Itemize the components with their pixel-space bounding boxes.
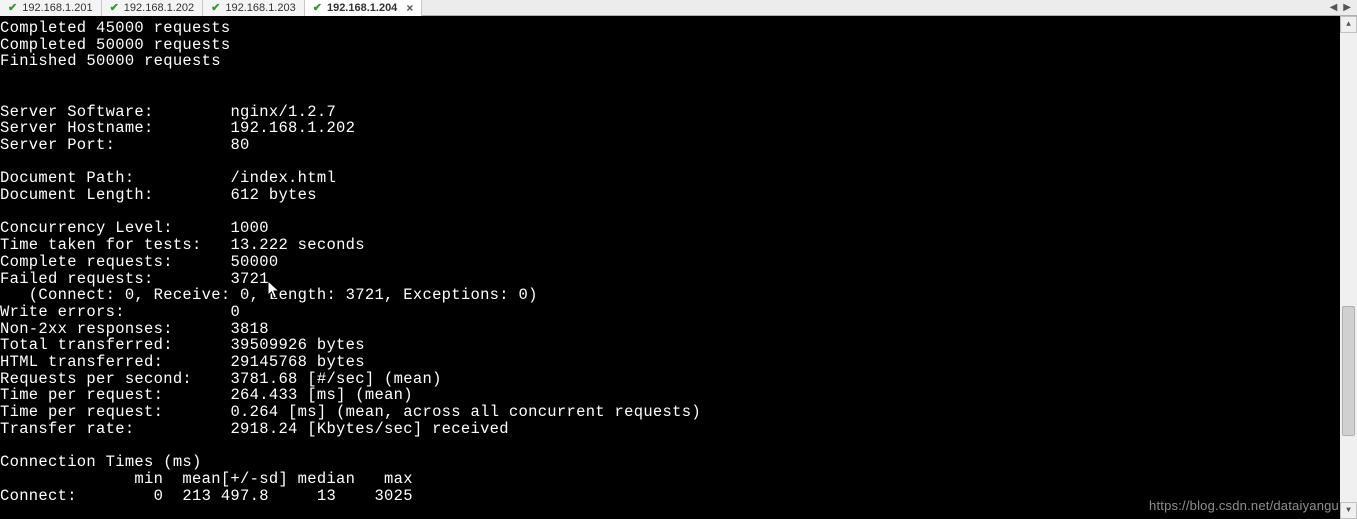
label: Complete requests: [0,253,173,271]
value: nginx/1.2.7 [230,103,336,121]
scroll-up-icon[interactable]: ▲ [1340,16,1357,33]
tab-label: 192.168.1.204 [327,0,397,16]
value: 264.433 [ms] (mean) [230,386,412,404]
value: 50000 [230,253,278,271]
output-line: (Connect: 0, Receive: 0, Length: 3721, E… [0,286,538,304]
label: Requests per second: [0,370,192,388]
label: Transfer rate: [0,420,134,438]
value: 3818 [230,320,268,338]
value: 13.222 seconds [230,236,364,254]
tab-next-icon[interactable]: ▶ [1343,2,1351,13]
tab-192-168-1-201[interactable]: ✔ 192.168.1.201 [0,0,102,16]
label: Time per request: [0,386,163,404]
value: 3721 [230,270,268,288]
scroll-down-icon[interactable]: ▼ [1340,502,1357,519]
terminal-area: Completed 45000 requests Completed 50000… [0,16,1357,519]
tab-192-168-1-204[interactable]: ✔ 192.168.1.204 × [305,0,423,16]
tab-nav: ◀ ▶ [1324,0,1357,15]
output-line: Finished 50000 requests [0,52,221,70]
output-line: Completed 50000 requests [0,36,230,54]
label: Server Software: [0,103,154,121]
close-tab-icon[interactable]: × [406,1,413,15]
tab-192-168-1-202[interactable]: ✔ 192.168.1.202 [102,0,204,16]
label: Failed requests: [0,270,154,288]
tab-192-168-1-203[interactable]: ✔ 192.168.1.203 [203,0,305,16]
value: 192.168.1.202 [230,119,355,137]
value: 0.264 [ms] (mean, across all concurrent … [230,403,700,421]
label: Server Hostname: [0,119,154,137]
value: 39509926 bytes [230,336,364,354]
tab-label: 192.168.1.202 [124,0,194,16]
output-line: min mean[+/-sd] median max [0,470,413,488]
output-line: Connect: 0 213 497.8 13 3025 [0,487,413,505]
app-window: ✔ 192.168.1.201 ✔ 192.168.1.202 ✔ 192.16… [0,0,1357,519]
label: Time taken for tests: [0,236,202,254]
label: Total transferred: [0,336,173,354]
value: 80 [230,136,249,154]
value: 0 [230,303,240,321]
label: Concurrency Level: [0,219,173,237]
label: HTML transferred: [0,353,163,371]
value: 29145768 bytes [230,353,364,371]
label: Document Length: [0,186,154,204]
label: Document Path: [0,169,134,187]
output-line: Completed 45000 requests [0,19,230,37]
status-check-icon: ✔ [110,3,119,14]
status-check-icon: ✔ [211,3,220,14]
output-line: Connection Times (ms) [0,453,202,471]
tab-bar: ✔ 192.168.1.201 ✔ 192.168.1.202 ✔ 192.16… [0,0,1357,16]
watermark-text: https://blog.csdn.net/dataiyangu [1149,498,1339,513]
status-check-icon: ✔ [8,3,17,14]
label: Non-2xx responses: [0,320,173,338]
scroll-thumb[interactable] [1342,306,1355,436]
tab-label: 192.168.1.201 [22,0,92,16]
value: 2918.24 [Kbytes/sec] received [230,420,508,438]
label: Write errors: [0,303,125,321]
value: 1000 [230,219,268,237]
value: /index.html [230,169,336,187]
label: Time per request: [0,403,163,421]
status-check-icon: ✔ [313,3,322,14]
label: Server Port: [0,136,115,154]
value: 3781.68 [#/sec] (mean) [230,370,441,388]
tab-label: 192.168.1.203 [225,0,295,16]
value: 612 bytes [230,186,316,204]
terminal-output[interactable]: Completed 45000 requests Completed 50000… [0,16,1340,519]
vertical-scrollbar[interactable]: ▲ ▼ [1340,16,1357,519]
tab-prev-icon[interactable]: ◀ [1330,2,1338,13]
